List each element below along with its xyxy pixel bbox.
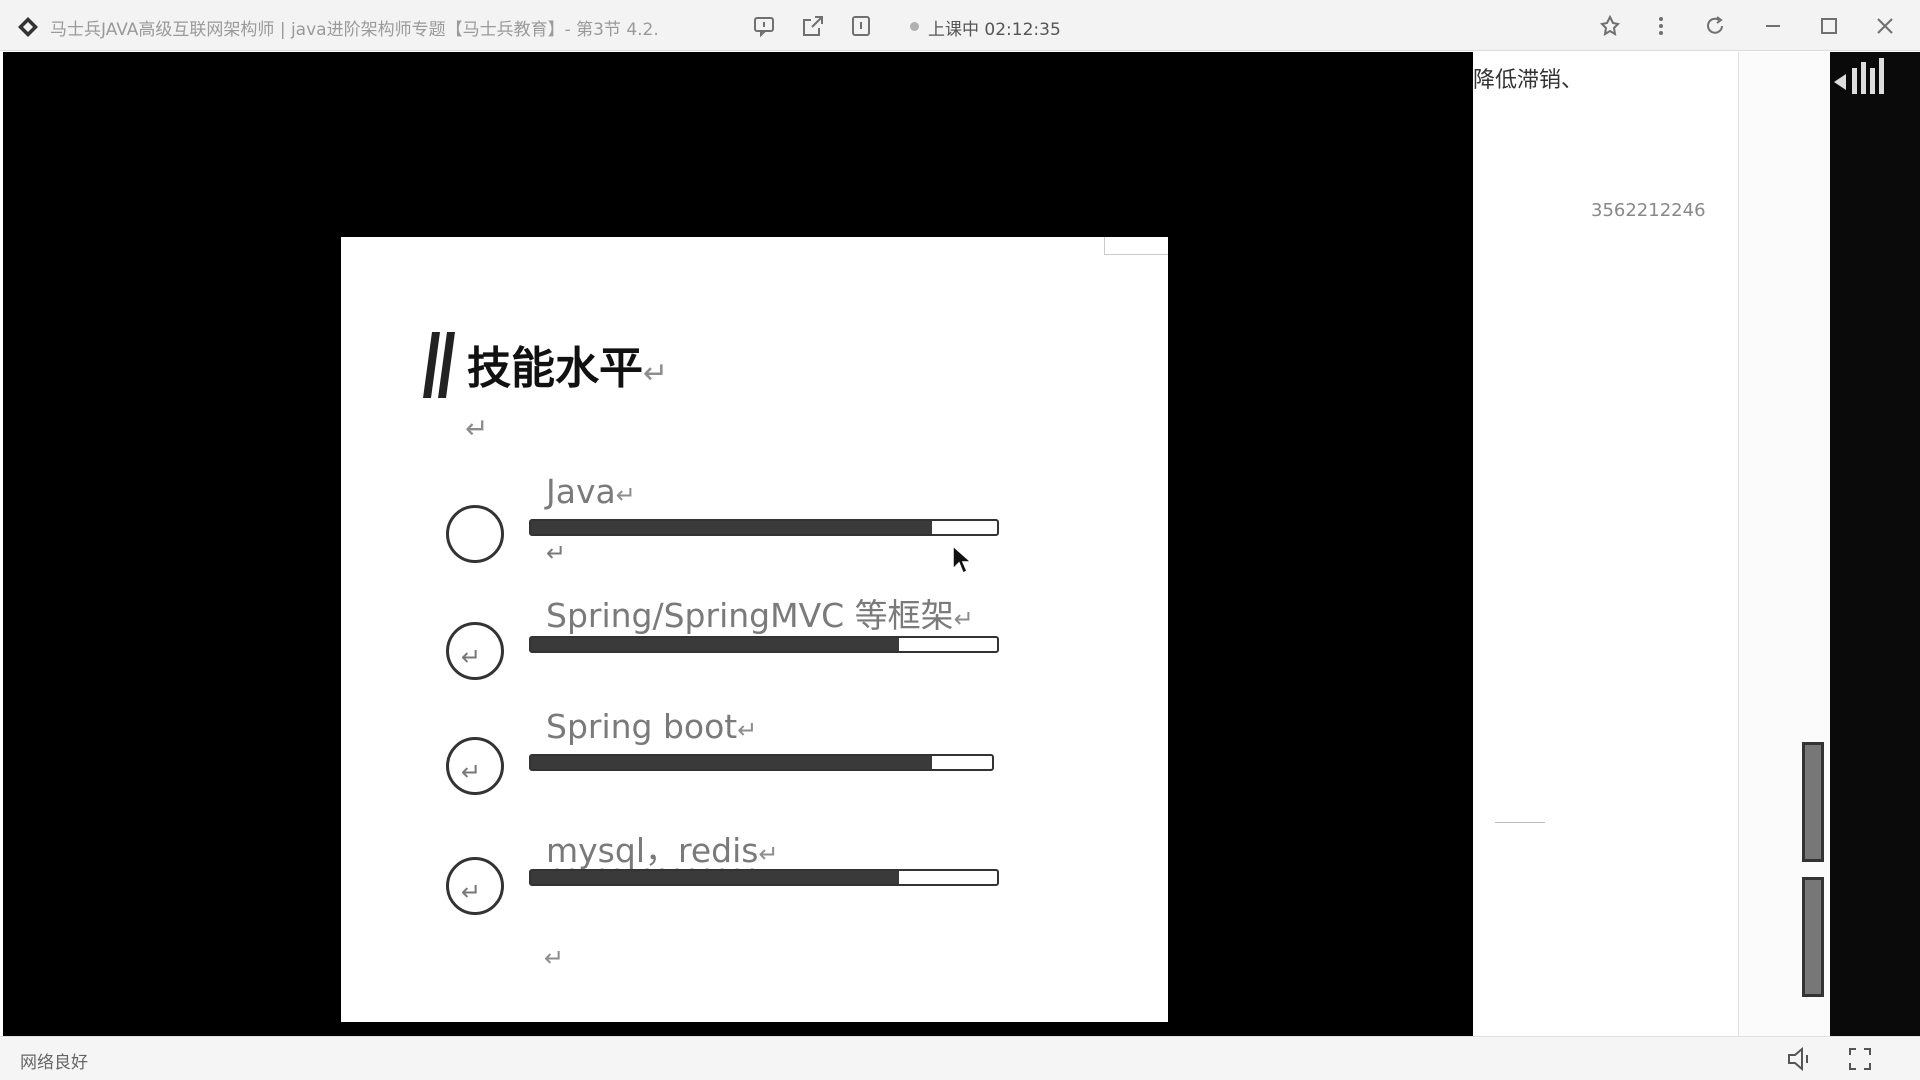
side-panel-number: 3562212246 [1591, 200, 1706, 221]
slide-page: 技能水平↵ ↵ Java↵ ↵ ↵ Spring/SpringMVC 等框架↵ … [341, 237, 1168, 1022]
skill-row: ↵ Spring/SpringMVC 等框架↵ [446, 589, 1006, 689]
paragraph-mark: ↵ [544, 944, 565, 972]
skill-circle-icon [446, 505, 504, 563]
thumbnail[interactable] [1802, 742, 1824, 862]
mouse-cursor-icon [952, 545, 972, 575]
live-indicator [910, 22, 919, 31]
share-icon[interactable] [799, 12, 827, 40]
side-panel-text: 降低滞销、 [1473, 68, 1584, 93]
skill-bar [529, 869, 999, 886]
title-bar: 马士兵JAVA高级互联网架构师 | java进阶架构师专题【马士兵教育】- 第3… [0, 0, 1920, 51]
side-panel: 降低滞销、 3562212246 [1473, 52, 1830, 1036]
bottom-bar: 网络良好 [0, 1036, 1920, 1080]
skill-bar-fill [531, 756, 933, 769]
skill-bar [529, 636, 999, 653]
app-logo-icon [18, 17, 38, 37]
title-decoration-icon [423, 332, 455, 398]
paragraph-mark: ↵ [546, 539, 567, 567]
thumbnail[interactable] [1802, 877, 1824, 997]
skill-label: Java↵ [546, 472, 636, 511]
skill-row: ↵ mysql，redis↵ [446, 824, 1006, 924]
skill-circle-icon: ↵ [446, 857, 504, 915]
skill-label: mysql，redis↵ [546, 831, 779, 870]
skill-bar [529, 519, 999, 536]
video-area[interactable]: 技能水平↵ ↵ Java↵ ↵ ↵ Spring/SpringMVC 等框架↵ … [3, 52, 1473, 1036]
skill-row: Java↵ ↵ [446, 472, 1006, 572]
skill-circle-icon: ↵ [446, 622, 504, 680]
skill-bar-fill [531, 638, 900, 651]
volume-icon[interactable] [1785, 1045, 1813, 1073]
skill-label: Spring/SpringMVC 等框架↵ [546, 596, 974, 635]
skill-circle-icon: ↵ [446, 737, 504, 795]
fullscreen-icon[interactable] [1846, 1045, 1874, 1073]
chat-icon[interactable] [750, 12, 778, 40]
more-icon[interactable] [1647, 12, 1675, 40]
live-status: 上课中 02:12:35 [928, 20, 1061, 40]
slide-title: 技能水平↵ [467, 343, 669, 394]
refresh-icon[interactable] [1701, 12, 1729, 40]
skill-bar-fill [531, 871, 900, 884]
skill-label: Spring boot↵ [546, 707, 758, 746]
window-title: 马士兵JAVA高级互联网架构师 | java进阶架构师专题【马士兵教育】- 第3… [50, 20, 659, 40]
bilibili-logo [1834, 58, 1884, 94]
paragraph-mark: ↵ [465, 412, 489, 445]
close-icon[interactable] [1871, 12, 1899, 40]
minimize-icon[interactable] [1759, 12, 1787, 40]
divider [1495, 822, 1545, 823]
page-corner-mark [1104, 237, 1168, 255]
skill-row: ↵ Spring boot↵ [446, 707, 1006, 807]
info-icon[interactable] [847, 12, 875, 40]
right-video-strip [1830, 52, 1920, 1036]
skill-bar-fill [531, 521, 932, 534]
pin-icon[interactable] [1596, 12, 1624, 40]
skill-bar [529, 754, 994, 771]
maximize-icon[interactable] [1815, 12, 1843, 40]
network-status: 网络良好 [20, 1053, 88, 1073]
